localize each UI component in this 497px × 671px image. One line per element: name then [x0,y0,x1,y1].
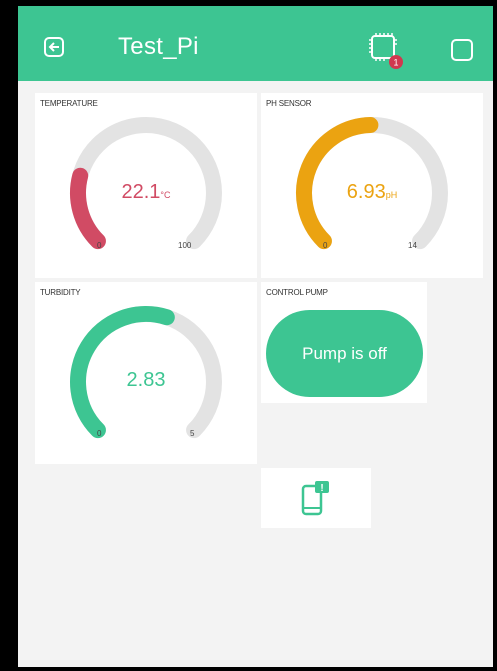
ph-sensor-gauge[interactable]: PH SENSOR 6.93pH 0 14 [261,93,483,278]
device-badge-count: 1 [393,58,398,68]
phone-notification-icon: ! [301,481,329,516]
ph-max: 14 [408,241,417,250]
top-bar: Test_Pi 1 [18,6,493,81]
turbidity-max: 5 [190,429,195,438]
exit-icon[interactable] [43,36,65,58]
temperature-value-number: 22.1 [121,181,161,203]
temperature-value: 22.1°C [35,181,257,204]
temperature-min: 0 [97,241,102,250]
turbidity-value-number: 2.83 [126,369,166,391]
temperature-unit: °C [160,190,171,200]
pump-toggle-button[interactable]: Pump is off [266,310,423,397]
notification-badge: ! [320,483,323,494]
app-screen: Test_Pi 1 TEMPERATURE 22.1°C 0 100 PH SE… [18,6,493,667]
stop-project-icon[interactable] [450,38,474,62]
turbidity-gauge[interactable]: TURBIDITY 2.83 0 5 [35,282,257,464]
ph-unit: pH [385,190,398,200]
control-pump-label: CONTROL PUMP [266,288,328,297]
ph-value: 6.93pH [261,181,483,204]
turbidity-min: 0 [97,429,102,438]
ph-value-number: 6.93 [346,181,386,203]
temperature-max: 100 [178,241,192,250]
notification-widget[interactable]: ! [261,468,371,528]
device-chip-icon[interactable]: 1 [366,30,406,70]
control-pump-widget: CONTROL PUMP Pump is off [261,282,427,403]
ph-min: 0 [323,241,328,250]
temperature-gauge[interactable]: TEMPERATURE 22.1°C 0 100 [35,93,257,278]
turbidity-value: 2.83 [35,369,257,392]
project-title: Test_Pi [118,33,199,60]
